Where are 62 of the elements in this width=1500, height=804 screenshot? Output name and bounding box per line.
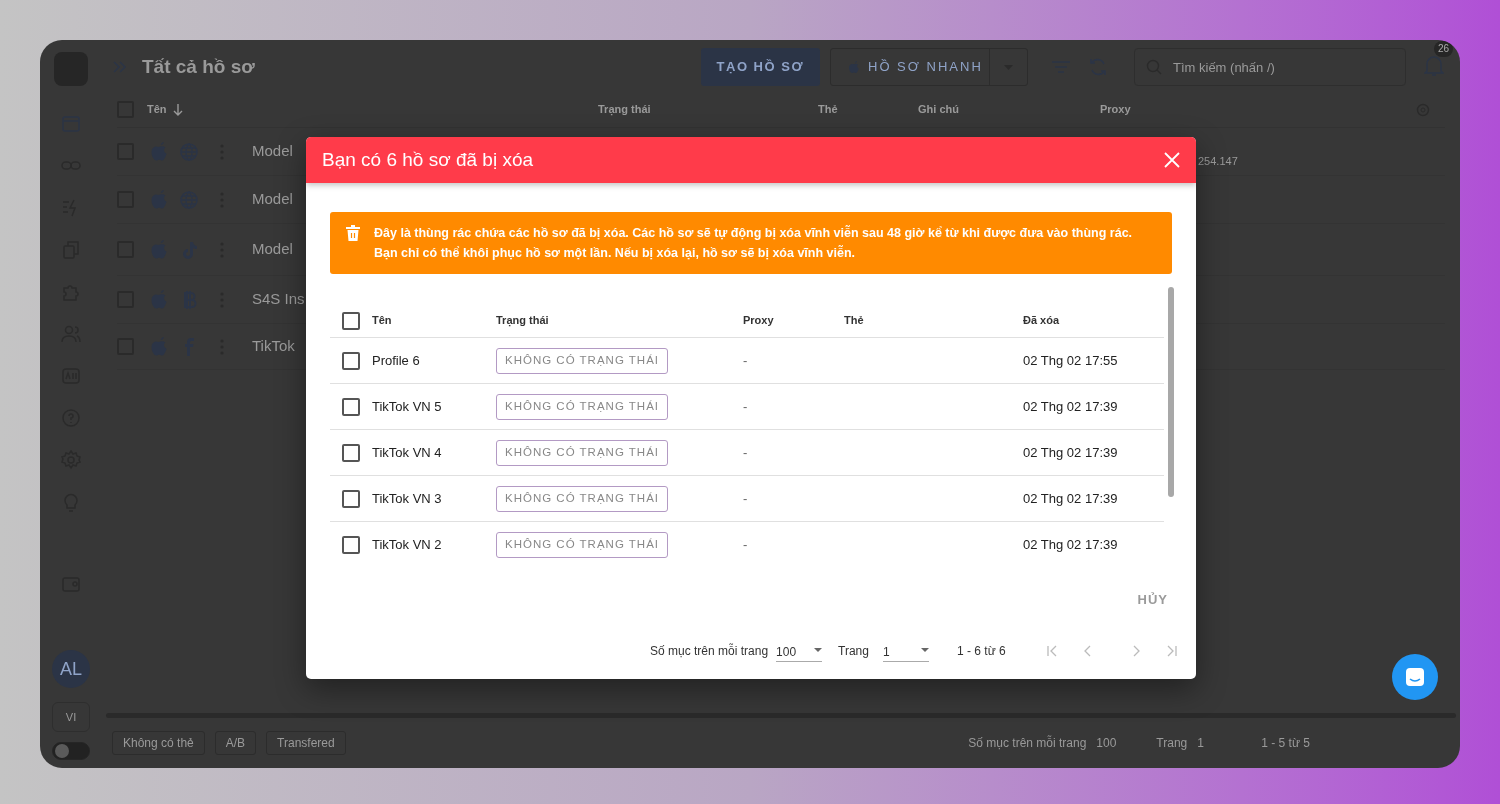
deleted-time: 02 Thg 02 17:39 (1023, 397, 1118, 416)
range-text: 1 - 5 từ 5 (1261, 735, 1310, 752)
select-value: 100 (776, 644, 797, 661)
status-chip: KHÔNG CÓ TRẠNG THÁI (496, 485, 668, 512)
deleted-time: 02 Thg 02 17:39 (1023, 443, 1118, 462)
status-chip: KHÔNG CÓ TRẠNG THÁI (496, 393, 668, 420)
profile-name: TikTok (252, 336, 295, 357)
profile-name: TikTok VN 2 (372, 536, 442, 555)
proxy-text: - (743, 536, 748, 555)
select-value: 1 (882, 644, 890, 661)
status-chip: KHÔNG CÓ TRẠNG THÁI (496, 439, 668, 466)
proxy-text: - (743, 397, 748, 416)
profile-name: Model (252, 189, 293, 210)
rows-per-page-select[interactable]: 100 (1096, 734, 1137, 752)
page-select[interactable]: 1 (882, 639, 929, 662)
rows-per-page-select[interactable]: 100 (776, 639, 823, 662)
tag-chip[interactable]: Transfered (266, 731, 346, 755)
deleted-time: 02 Thg 02 17:55 (1023, 351, 1118, 370)
profile-name: TikTok VN 5 (372, 397, 442, 416)
quick-profile-button[interactable]: HỒ SƠ NHANH (830, 48, 1028, 86)
profile-name: TikTok VN 3 (372, 489, 442, 508)
column-header: Thẻ (818, 102, 838, 118)
proxy-text: 254.147 (1198, 154, 1238, 169)
page-title: Tất cả hồ sơ (142, 54, 255, 79)
range-text: 1 - 6 từ 6 (956, 642, 1006, 660)
page-label: Trang (838, 642, 869, 660)
page-select[interactable]: 1 (1197, 734, 1238, 752)
search-field[interactable]: Tìm kiếm (nhấn /) (1134, 48, 1406, 86)
dialog-title: Bạn có 6 hồ sơ đã bị xóa (322, 147, 534, 172)
alert-message: Đây là thùng rác chứa các hồ sơ đã bị xóa. Các hồ sơ sẽ tự động bị xóa vĩnh viễn sau 48 giờ kể từ khi được đưa vào thùng rác. Bạn chỉ có thể khôi phục hồ sơ một lần. Nếu bị xóa lại, hồ sơ sẽ bị xóa vĩnh viễn. (374, 224, 1134, 262)
status-chip: KHÔNG CÓ TRẠNG THÁI (496, 347, 668, 374)
avatar[interactable]: AL (52, 650, 90, 688)
cancel-button[interactable]: HỦY (1129, 584, 1176, 616)
deleted-time: 02 Thg 02 17:39 (1023, 489, 1118, 508)
column-header: Proxy (1100, 102, 1131, 118)
tag-chip[interactable]: Không có thẻ (112, 731, 205, 755)
column-header: Tên (372, 313, 392, 329)
notification-badge: 26 (1434, 41, 1454, 57)
column-header: Trạng thái (496, 313, 549, 329)
rows-per-page-label: Số mục trên mỗi trang (968, 734, 1087, 752)
column-header: Đã xóa (1023, 313, 1060, 329)
deleted-time: 02 Thg 02 17:39 (1023, 536, 1118, 555)
status-chip: KHÔNG CÓ TRẠNG THÁI (496, 532, 668, 558)
profile-name: S4S Ins (252, 289, 305, 310)
column-header: Proxy (743, 313, 774, 329)
quick-profile-label: HỒ SƠ NHANH (868, 58, 983, 77)
column-header: Thẻ (844, 313, 864, 329)
column-header: Ghi chú (918, 102, 959, 118)
profile-name: TikTok VN 4 (372, 443, 442, 462)
profile-name: Model (252, 239, 293, 260)
proxy-text: - (743, 489, 748, 508)
column-header[interactable]: Tên (147, 101, 167, 118)
page-label: Trang (1156, 735, 1188, 752)
tag-chip[interactable]: A/B (214, 731, 257, 755)
rows-per-page-label: Số mục trên mỗi trang (650, 642, 769, 660)
language-button[interactable]: VI (52, 702, 90, 732)
proxy-text: - (743, 351, 748, 370)
profile-name: Model (252, 141, 293, 162)
create-profile-button[interactable]: TẠO HỒ SƠ (700, 48, 820, 86)
profile-name: Profile 6 (372, 351, 420, 370)
column-header: Trạng thái (598, 102, 651, 118)
proxy-text: - (743, 443, 748, 462)
